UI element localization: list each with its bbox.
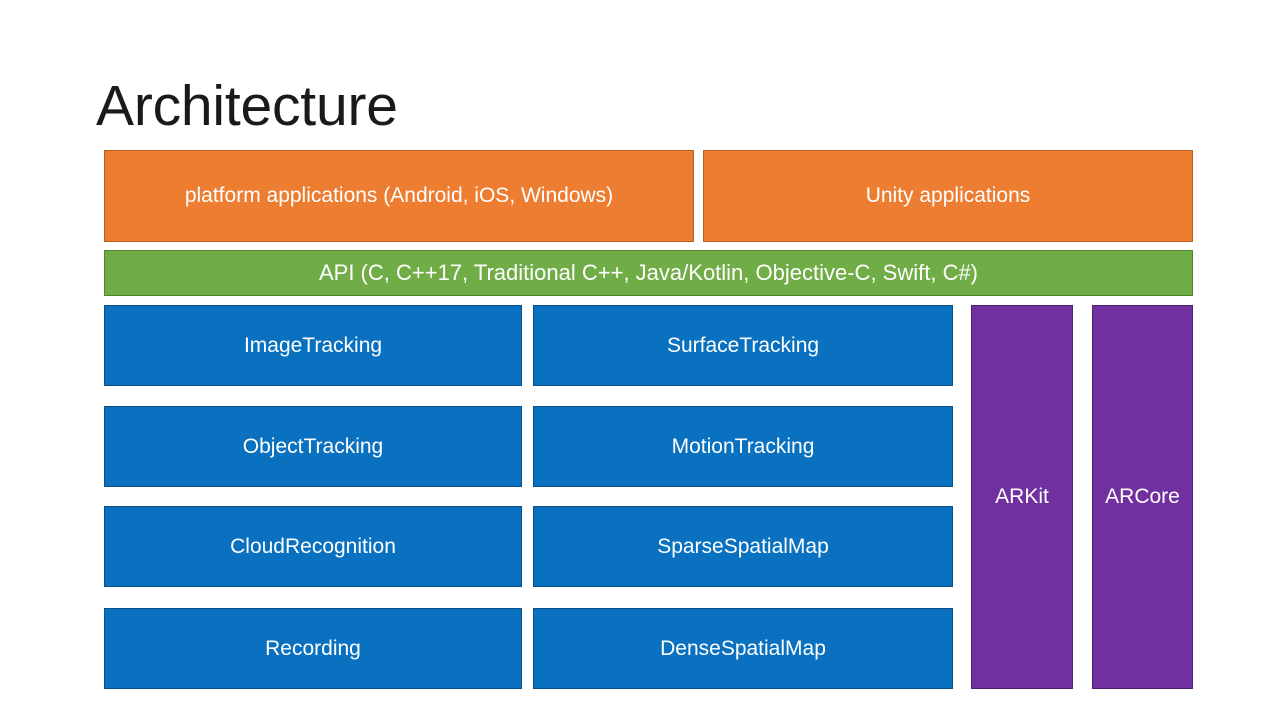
api-layer-bar[interactable]: API (C, C++17, Traditional C++, Java/Kot… — [104, 250, 1193, 296]
application-box-unity[interactable]: Unity applications — [703, 150, 1193, 242]
page-title: Architecture — [96, 74, 398, 138]
platform-box-arcore[interactable]: ARCore — [1092, 305, 1193, 689]
feature-box-object-tracking[interactable]: ObjectTracking — [104, 406, 522, 487]
feature-box-surface-tracking[interactable]: SurfaceTracking — [533, 305, 953, 386]
slide-canvas: Architecture platform applications (Andr… — [0, 0, 1280, 720]
feature-box-dense-spatial-map[interactable]: DenseSpatialMap — [533, 608, 953, 689]
feature-box-image-tracking[interactable]: ImageTracking — [104, 305, 522, 386]
feature-box-motion-tracking[interactable]: MotionTracking — [533, 406, 953, 487]
feature-box-cloud-recognition[interactable]: CloudRecognition — [104, 506, 522, 587]
feature-box-recording[interactable]: Recording — [104, 608, 522, 689]
feature-box-sparse-spatial-map[interactable]: SparseSpatialMap — [533, 506, 953, 587]
platform-box-arkit[interactable]: ARKit — [971, 305, 1073, 689]
application-box-platform[interactable]: platform applications (Android, iOS, Win… — [104, 150, 694, 242]
